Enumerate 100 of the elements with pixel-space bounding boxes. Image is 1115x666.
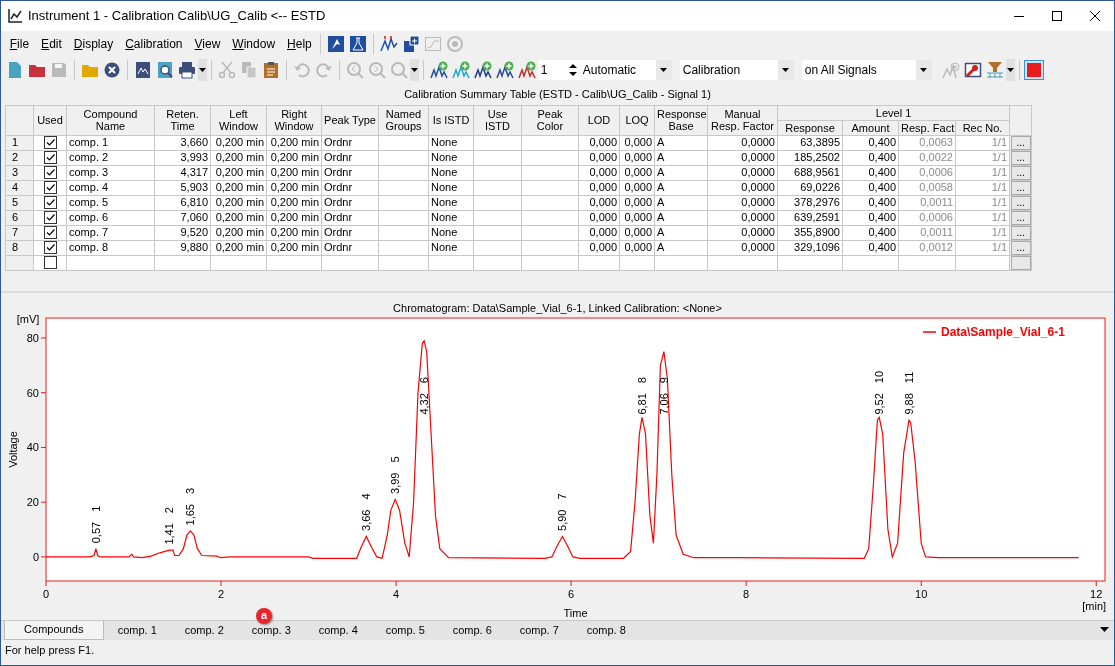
column-header: Left Window <box>210 105 267 135</box>
legend-line <box>922 330 937 333</box>
more-button[interactable]: ... <box>1010 196 1031 209</box>
column-header: Used <box>33 105 67 135</box>
spin-box[interactable]: 1 <box>537 59 580 80</box>
checkbox[interactable] <box>43 136 57 149</box>
peak-label: 0,57 1 <box>89 505 102 543</box>
axis-tick-label: 80 <box>26 331 39 344</box>
tab[interactable]: comp. 1 <box>103 620 171 640</box>
peak-label: 6,81 8 <box>636 376 648 415</box>
more-button[interactable]: ... <box>1010 151 1031 164</box>
peak-label: 3,99 5 <box>389 455 402 494</box>
tick-mark <box>40 337 47 338</box>
column-header: Right Window <box>266 105 322 135</box>
column-header: Use ISTD <box>473 105 522 135</box>
tab[interactable]: comp. 2 <box>170 620 238 640</box>
tick-mark <box>40 391 47 393</box>
axis-tick-label: 40 <box>26 440 39 453</box>
tick-mark <box>745 580 747 586</box>
axis-tick-label: 60 <box>26 386 39 399</box>
peak-label: 7,06 9 <box>657 376 670 415</box>
checkbox[interactable] <box>43 256 57 269</box>
axis-tick-label: 0 <box>42 587 50 600</box>
column-header: Peak Color <box>521 105 579 135</box>
axis-tick-label: 8 <box>743 587 750 600</box>
dropdown-field[interactable]: Calibration <box>679 59 794 80</box>
minimize-icon <box>1014 15 1024 17</box>
peak-label: 3,66 4 <box>360 492 373 531</box>
tick-mark <box>920 580 922 586</box>
close-icon <box>1090 11 1100 21</box>
corner-cell <box>5 105 34 135</box>
axis-tick-label: 10 <box>915 587 928 600</box>
stop-button[interactable] <box>1023 59 1044 80</box>
axis-tick-label: 20 <box>26 495 39 508</box>
column-header: Is ISTD <box>428 105 474 135</box>
peak-label: 9,52 10 <box>873 370 886 415</box>
tick-mark <box>40 555 47 557</box>
dropdown-arrow-icon[interactable] <box>782 67 790 72</box>
axis-title: Voltage <box>7 430 19 468</box>
menu-item[interactable]: Calibration <box>119 34 189 53</box>
column-header: Response Base <box>654 105 708 135</box>
column-header: Manual Resp. Factor <box>707 105 778 135</box>
checkbox[interactable] <box>43 151 57 164</box>
tab[interactable]: Compounds <box>3 620 104 640</box>
tab[interactable]: comp. 5 <box>371 620 439 640</box>
tick-mark <box>40 501 47 503</box>
axis-unit: [mV] <box>16 314 40 325</box>
tick-mark <box>45 580 47 586</box>
tab[interactable]: comp. 4 <box>304 620 372 640</box>
more-button[interactable]: ... <box>1010 241 1031 254</box>
tick-mark <box>570 580 572 586</box>
peak-label: 5,90 7 <box>556 492 569 531</box>
column-header: Reten. Time <box>154 105 211 135</box>
column-header: Compound Name <box>66 105 155 135</box>
dropdown-arrow-icon[interactable] <box>660 67 668 72</box>
peak-label: 1,41 2 <box>163 506 176 545</box>
tab[interactable]: comp. 6 <box>438 620 506 640</box>
column-header: LOQ <box>619 105 655 135</box>
column-header: LOD <box>578 105 620 135</box>
menu-item[interactable]: View <box>188 34 227 53</box>
tick-mark <box>40 446 47 448</box>
tick-mark <box>1095 580 1097 586</box>
more-button[interactable]: ... <box>1010 136 1031 149</box>
peak-label: 4,32 6 <box>418 376 431 415</box>
checkbox[interactable] <box>43 196 57 209</box>
maximize-icon <box>1052 11 1062 21</box>
dropdown-field[interactable]: on All Signals <box>801 59 932 80</box>
axis-tick-label: 2 <box>218 587 225 600</box>
menu-item[interactable]: File <box>3 34 36 53</box>
menu-item[interactable]: Display <box>67 34 120 53</box>
status-text: For help press F1. <box>4 642 96 658</box>
window-title: Instrument 1 - Calibration Calib\UG_Calib <-- ESTD <box>28 7 327 26</box>
menu-item[interactable]: Help <box>281 34 318 53</box>
tab[interactable]: comp. 8 <box>572 620 640 640</box>
checkbox[interactable] <box>43 166 57 179</box>
checkbox[interactable] <box>43 226 57 239</box>
menu-item[interactable]: Window <box>226 34 282 53</box>
more-button[interactable]: ... <box>1010 226 1031 239</box>
chart-title: Chromatogram: Data\Sample_Vial_6-1, Linked Calibration: <None> <box>392 300 723 315</box>
checkbox[interactable] <box>43 211 57 224</box>
checkbox[interactable] <box>43 181 57 194</box>
tab[interactable]: comp. 7 <box>505 620 573 640</box>
dropdown-arrow-icon[interactable] <box>920 67 928 72</box>
spin-field[interactable]: 1 <box>540 60 561 79</box>
more-button[interactable]: ... <box>1010 181 1031 194</box>
legend-label: Data\Sample_Vial_6-1 <box>941 324 1065 339</box>
axis-unit: [min] <box>1082 599 1107 612</box>
menu-item[interactable]: Edit <box>35 34 68 53</box>
axis-title: Time <box>563 606 588 619</box>
dropdown-field[interactable]: Automatic <box>579 59 672 80</box>
column-header: Peak Type <box>321 105 379 135</box>
more-button[interactable]: ... <box>1010 211 1031 224</box>
axis-tick-label: 12 <box>1090 587 1103 600</box>
more-button[interactable]: ... <box>1010 166 1031 179</box>
axis-tick-label: 0 <box>32 550 39 563</box>
spin-arrows-icon[interactable] <box>568 62 577 77</box>
table-title: Calibration Summary Table (ESTD - Calib\UG_Calib - Signal 1) <box>403 86 712 102</box>
axis-tick-label: 4 <box>393 587 400 600</box>
tick-mark <box>395 580 397 586</box>
checkbox[interactable] <box>43 241 57 254</box>
